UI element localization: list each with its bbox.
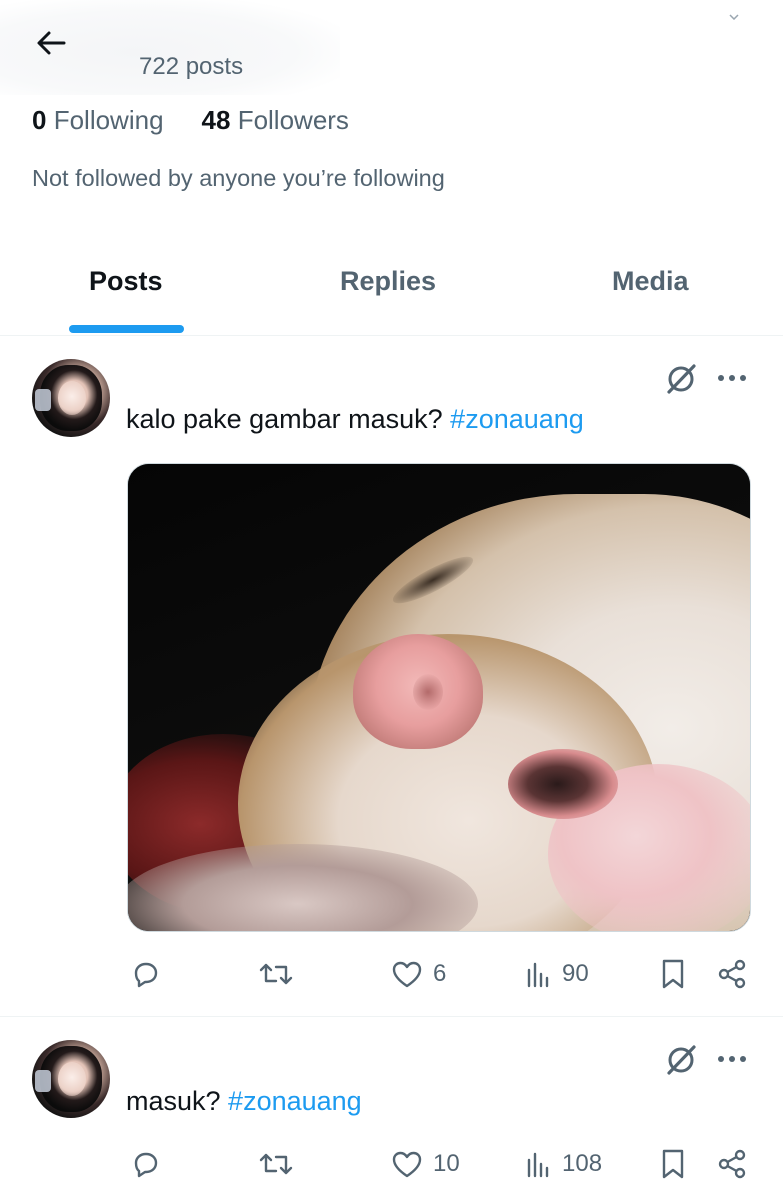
following-link[interactable]: 0 Following [32, 105, 164, 136]
heart-icon [392, 1151, 422, 1178]
back-button[interactable] [34, 26, 68, 60]
view-count: 90 [562, 960, 589, 987]
post-actions: 6 90 [0, 954, 783, 994]
post-text: masuk? #zonauang [126, 1086, 362, 1117]
share-icon [718, 959, 746, 989]
repost-icon [259, 963, 293, 985]
followers-link[interactable]: 48 Followers [202, 105, 349, 136]
post-actions: 10 108 [0, 1144, 783, 1184]
hashtag-link[interactable]: #zonauang [228, 1086, 362, 1116]
share-icon [718, 1149, 746, 1179]
views-icon [527, 1152, 549, 1178]
hashtag-link[interactable]: #zonauang [450, 404, 584, 434]
like-button[interactable]: 6 [391, 954, 446, 994]
header-edge-mark [729, 14, 739, 20]
tab-replies[interactable]: Replies [340, 266, 436, 297]
following-count: 0 [32, 105, 47, 135]
profile-header: 722 posts [0, 0, 783, 100]
reply-icon [134, 962, 158, 988]
like-button[interactable]: 10 [391, 1144, 460, 1184]
followers-count: 48 [201, 105, 231, 135]
repost-button[interactable] [257, 954, 295, 994]
bookmark-button[interactable] [660, 954, 686, 994]
grok-icon[interactable] [664, 1043, 698, 1077]
share-button[interactable] [716, 1144, 748, 1184]
post-body: kalo pake gambar masuk? [126, 404, 451, 434]
arrow-left-icon [37, 31, 66, 55]
reply-icon [134, 1152, 158, 1178]
grok-icon[interactable] [664, 362, 698, 396]
share-button[interactable] [716, 954, 748, 994]
more-icon[interactable] [718, 1054, 750, 1064]
avatar[interactable] [32, 1040, 110, 1118]
bookmark-icon [662, 959, 684, 989]
post-image[interactable] [127, 463, 751, 932]
active-tab-indicator [69, 325, 184, 333]
avatar[interactable] [32, 359, 110, 437]
like-count: 6 [433, 960, 447, 987]
reply-button[interactable] [130, 954, 162, 994]
heart-icon [392, 961, 422, 988]
post-divider [0, 1016, 783, 1017]
reply-button[interactable] [130, 1144, 162, 1184]
tab-media[interactable]: Media [612, 266, 689, 297]
views-button[interactable]: 108 [526, 1144, 602, 1184]
followers-label: Followers [237, 105, 349, 135]
post-count: 722 posts [139, 53, 244, 80]
avatar-sticker [35, 1070, 51, 1092]
view-count: 108 [562, 1150, 603, 1177]
bookmark-icon [662, 1149, 684, 1179]
like-count: 10 [433, 1150, 460, 1177]
follow-stats: 0 Following 48 Followers [32, 105, 349, 136]
avatar-face [58, 381, 86, 415]
profile-tabs: Posts Replies Media [0, 240, 783, 336]
post-text: kalo pake gambar masuk? #zonauang [126, 404, 584, 435]
avatar-face [58, 1062, 86, 1096]
not-followed-note: Not followed by anyone you’re following [32, 165, 445, 191]
views-button[interactable]: 90 [526, 954, 589, 994]
post-body: masuk? [126, 1086, 229, 1116]
tab-posts[interactable]: Posts [89, 266, 163, 297]
bookmark-button[interactable] [660, 1144, 686, 1184]
repost-icon [259, 1153, 293, 1175]
following-label: Following [53, 105, 164, 135]
more-icon[interactable] [718, 373, 750, 383]
views-icon [527, 962, 549, 988]
avatar-sticker [35, 389, 51, 411]
repost-button[interactable] [257, 1144, 295, 1184]
